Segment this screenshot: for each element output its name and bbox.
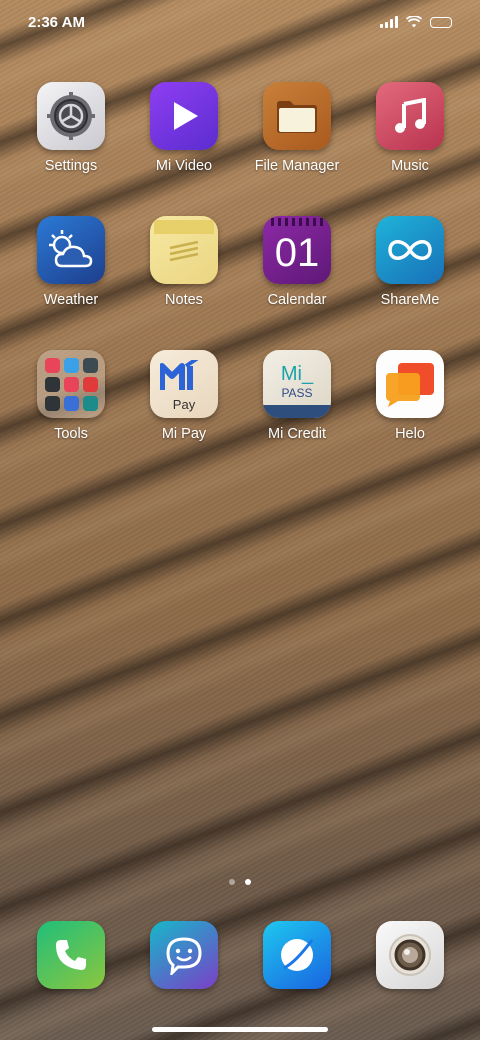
- app-calendar[interactable]: 01 Calendar: [242, 216, 352, 308]
- app-label: Helo: [395, 426, 425, 442]
- dock-messages[interactable]: [129, 921, 239, 989]
- app-label: Notes: [165, 292, 203, 308]
- app-music[interactable]: Music: [355, 82, 465, 174]
- app-shareme[interactable]: ShareMe: [355, 216, 465, 308]
- calendar-icon: 01: [263, 216, 331, 284]
- folder-icon: [263, 82, 331, 150]
- notes-icon: [150, 216, 218, 284]
- app-label: Settings: [44, 158, 98, 174]
- page-dot-active[interactable]: [245, 879, 251, 885]
- status-time: 2:36 AM: [28, 13, 85, 31]
- infinity-icon: [376, 216, 444, 284]
- dock-phone[interactable]: [16, 921, 126, 989]
- app-helo[interactable]: Helo: [355, 350, 465, 442]
- weather-icon: [37, 216, 105, 284]
- app-label: Tools: [54, 426, 88, 442]
- status-bar: 2:36 AM: [0, 0, 480, 44]
- app-file-manager[interactable]: File Manager: [242, 82, 352, 174]
- wifi-icon: [406, 16, 422, 28]
- mi-pay-icon: Pay: [150, 350, 218, 418]
- dock-camera[interactable]: [355, 921, 465, 989]
- mi-credit-subtext: PASS: [281, 385, 313, 400]
- app-label: File Manager: [254, 158, 340, 174]
- page-indicator: [0, 879, 480, 885]
- helo-icon: [376, 350, 444, 418]
- app-mi-pay[interactable]: Pay Mi Pay: [129, 350, 239, 442]
- app-label: Mi Pay: [161, 426, 207, 442]
- app-mi-credit[interactable]: Mi_ PASS Mi Credit: [242, 350, 352, 442]
- app-label: ShareMe: [380, 292, 440, 308]
- camera-icon: [376, 921, 444, 989]
- mi-credit-icon: Mi_ PASS: [263, 350, 331, 418]
- app-weather[interactable]: Weather: [16, 216, 126, 308]
- app-label: Weather: [43, 292, 99, 308]
- tools-folder-icon: [37, 350, 105, 418]
- phone-icon: [37, 921, 105, 989]
- browser-icon: [263, 921, 331, 989]
- battery-icon: [430, 16, 452, 28]
- app-tools-folder[interactable]: Tools: [16, 350, 126, 442]
- page-dot[interactable]: [229, 879, 235, 885]
- app-mi-video[interactable]: Mi Video: [129, 82, 239, 174]
- app-label: Music: [391, 158, 429, 174]
- signal-icon: [380, 16, 398, 28]
- app-label: Calendar: [267, 292, 327, 308]
- settings-icon: [37, 82, 105, 150]
- play-icon: [150, 82, 218, 150]
- dock-browser[interactable]: [242, 921, 352, 989]
- app-notes[interactable]: Notes: [129, 216, 239, 308]
- status-icons: [380, 16, 452, 28]
- messages-icon: [150, 921, 218, 989]
- music-note-icon: [376, 82, 444, 150]
- app-label: Mi Video: [155, 158, 213, 174]
- mi-pay-text: Pay: [172, 397, 196, 412]
- mi-credit-text: Mi_: [280, 362, 314, 385]
- app-settings[interactable]: Settings: [16, 82, 126, 174]
- home-indicator[interactable]: [152, 1027, 328, 1032]
- app-label: Mi Credit: [267, 426, 326, 442]
- calendar-date: 01: [274, 230, 320, 275]
